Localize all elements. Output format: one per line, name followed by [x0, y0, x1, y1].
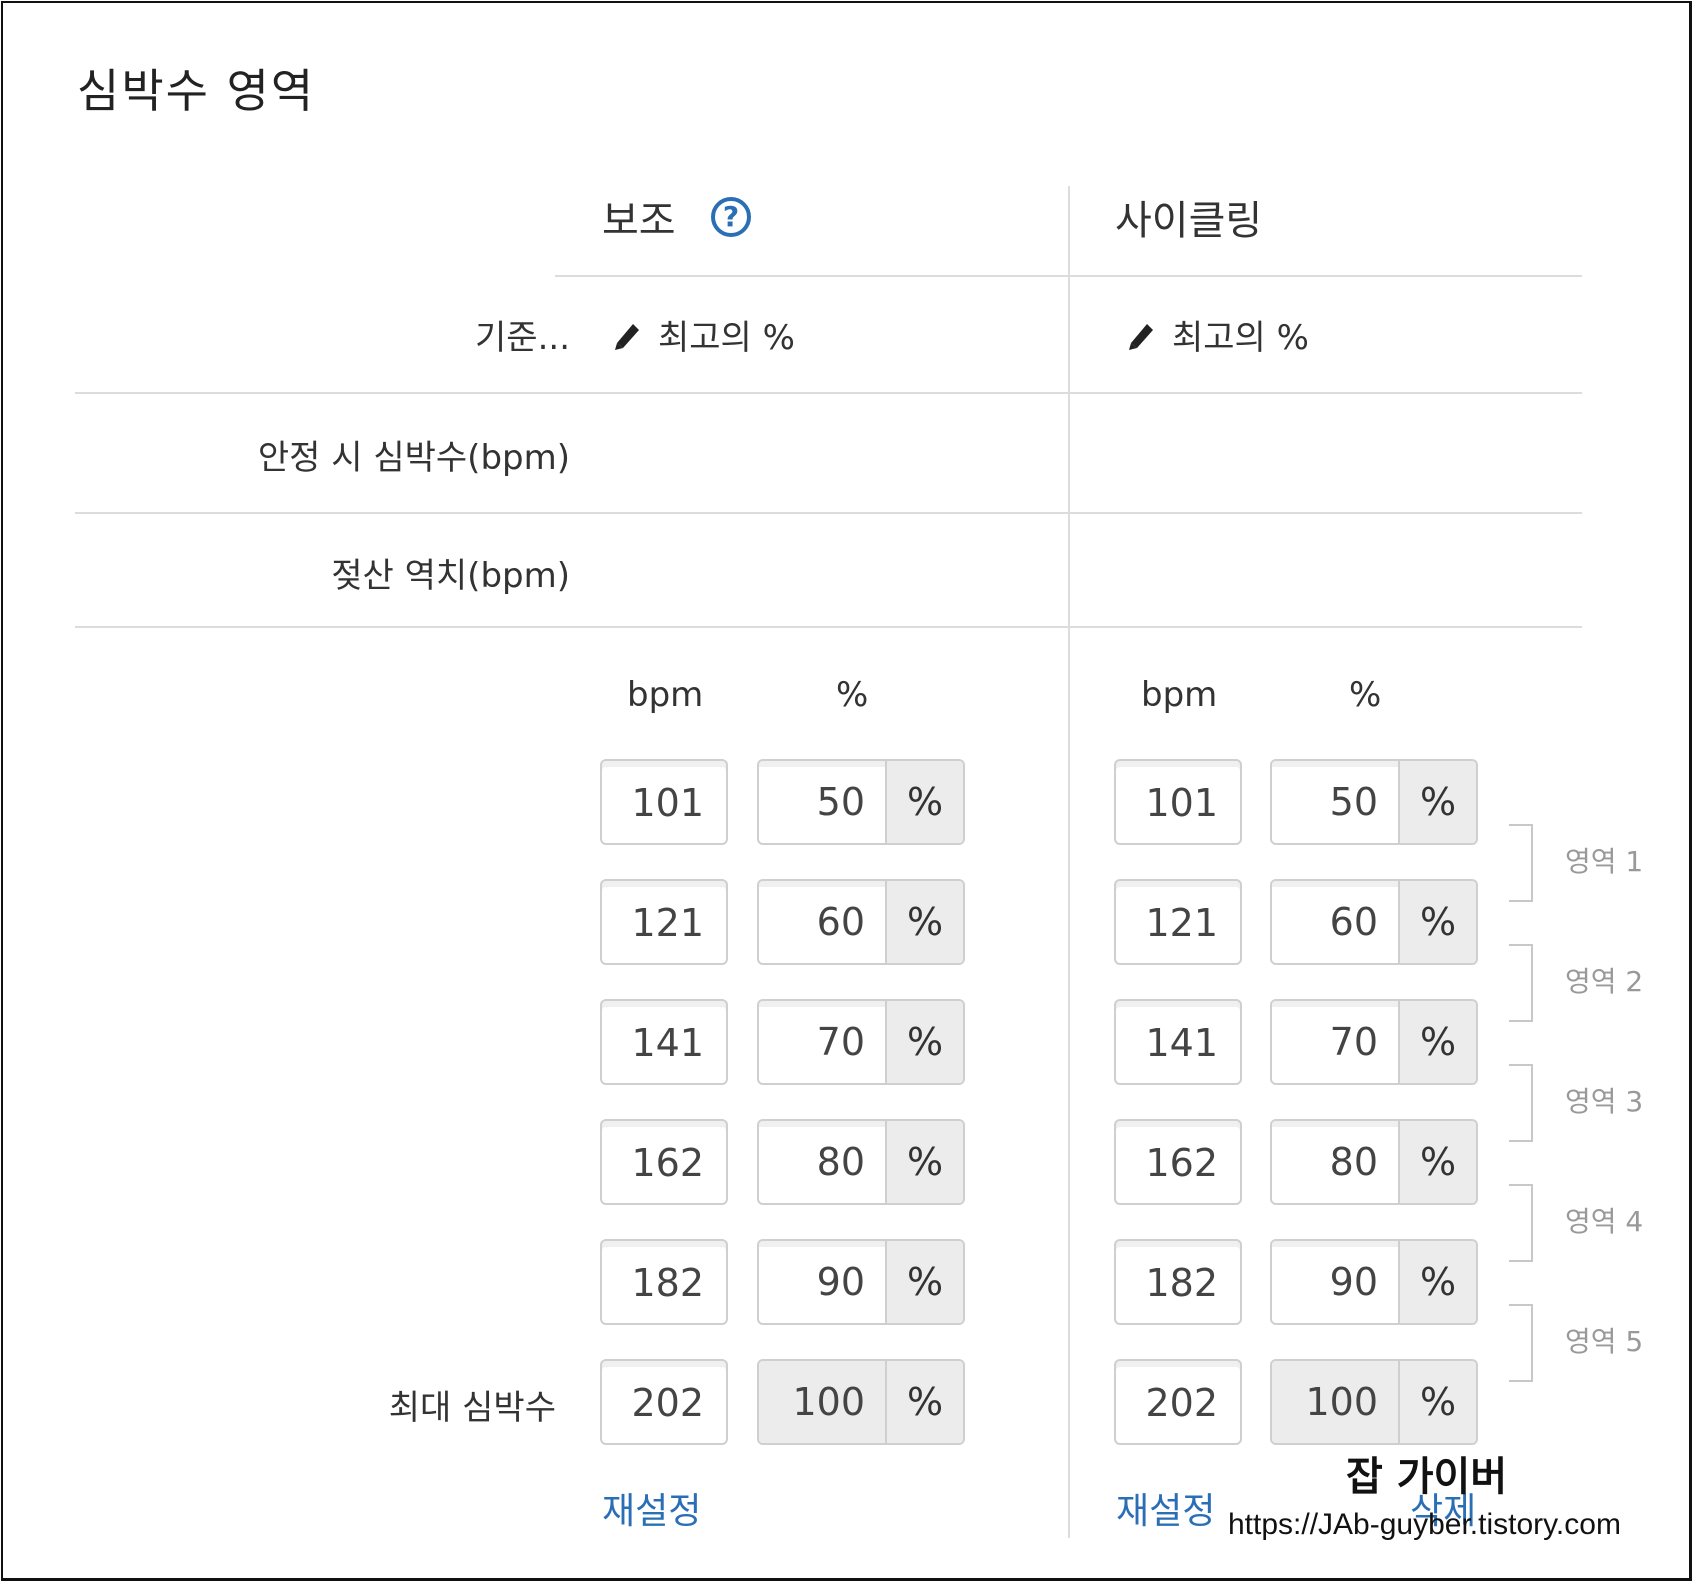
column-divider	[1068, 186, 1070, 1538]
pct-input-group: 90%	[1270, 1239, 1478, 1325]
basis-edit-cycling[interactable]: 최고의 %	[1126, 310, 1309, 359]
column-header-cycling: 사이클링	[1115, 198, 1263, 244]
pct-input-group: 50%	[757, 759, 965, 845]
row-divider	[75, 392, 1582, 394]
pct-input-group: 60%	[1270, 879, 1478, 965]
pct-unit: %	[1398, 1241, 1476, 1323]
pct-input[interactable]: 70	[1272, 1001, 1398, 1083]
pct-input-group: 90%	[757, 1239, 965, 1325]
pct-input-group: 100%	[757, 1359, 965, 1445]
pct-input-group: 60%	[757, 879, 965, 965]
bpm-input[interactable]: 182	[1114, 1239, 1242, 1325]
pct-input[interactable]: 50	[1272, 761, 1398, 843]
bpm-input[interactable]: 141	[600, 999, 728, 1085]
bpm-input[interactable]: 141	[1114, 999, 1242, 1085]
zone-bracket	[1509, 1304, 1533, 1382]
reset-link-auxiliary[interactable]: 재설정	[602, 1482, 701, 1534]
pencil-icon	[615, 323, 639, 350]
pct-input[interactable]: 80	[1272, 1121, 1398, 1203]
reset-link-cycling[interactable]: 재설정	[1116, 1482, 1215, 1534]
pct-input[interactable]: 70	[759, 1001, 885, 1083]
pct-readonly: 100	[1272, 1361, 1398, 1443]
pct-unit: %	[885, 1361, 963, 1443]
pct-unit: %	[1398, 1121, 1476, 1203]
watermark-url: https://JAb-guyber.tistory.com	[1228, 1508, 1621, 1541]
max-hr-input[interactable]: 202	[600, 1359, 728, 1445]
pct-input-group: 70%	[1270, 999, 1478, 1085]
zone-label: 영역 4	[1565, 1205, 1644, 1238]
page-title: 심박수 영역	[77, 64, 316, 118]
bpm-input[interactable]: 121	[600, 879, 728, 965]
max-hr-label: 최대 심박수	[388, 1388, 556, 1428]
pct-input-group: 80%	[1270, 1119, 1478, 1205]
bpm-input[interactable]: 101	[1114, 759, 1242, 845]
zone-label: 영역 1	[1565, 845, 1644, 878]
bpm-input[interactable]: 182	[600, 1239, 728, 1325]
row-divider	[75, 512, 1582, 514]
bpm-input[interactable]: 162	[600, 1119, 728, 1205]
pct-input[interactable]: 50	[759, 761, 885, 843]
basis-value: 최고의 %	[1172, 318, 1309, 358]
bpm-header: bpm	[1141, 675, 1218, 715]
bpm-input[interactable]: 162	[1114, 1119, 1242, 1205]
row-divider	[75, 626, 1582, 628]
pct-input[interactable]: 90	[1272, 1241, 1398, 1323]
max-hr-input[interactable]: 202	[1114, 1359, 1242, 1445]
zone-label: 영역 3	[1565, 1085, 1644, 1118]
pct-unit: %	[885, 1001, 963, 1083]
pct-header: %	[836, 675, 869, 715]
pct-unit: %	[885, 1241, 963, 1323]
pct-unit: %	[1398, 881, 1476, 963]
pct-unit: %	[1398, 1361, 1476, 1443]
zone-label: 영역 5	[1565, 1325, 1644, 1358]
zone-bracket	[1509, 824, 1533, 902]
pct-input-group: 100%	[1270, 1359, 1478, 1445]
resting-hr-label: 안정 시 심박수(bpm)	[257, 438, 570, 478]
pct-input[interactable]: 80	[759, 1121, 885, 1203]
pct-header: %	[1349, 675, 1382, 715]
zone-bracket	[1509, 944, 1533, 1022]
column-header-auxiliary: 보조	[602, 198, 676, 244]
basis-edit-auxiliary[interactable]: 최고의 %	[612, 310, 795, 359]
zone-label: 영역 2	[1565, 965, 1644, 998]
basis-value: 최고의 %	[658, 318, 795, 358]
pencil-icon	[1129, 323, 1153, 350]
bpm-input[interactable]: 101	[600, 759, 728, 845]
bpm-input[interactable]: 121	[1114, 879, 1242, 965]
watermark-title: 잡 가이버	[1346, 1454, 1508, 1500]
pct-readonly: 100	[759, 1361, 885, 1443]
help-icon[interactable]: ?	[711, 197, 751, 237]
zone-bracket	[1509, 1184, 1533, 1262]
pct-unit: %	[885, 1121, 963, 1203]
pct-unit: %	[1398, 761, 1476, 843]
bpm-header: bpm	[627, 675, 704, 715]
pct-input[interactable]: 90	[759, 1241, 885, 1323]
zone-bracket	[1509, 1064, 1533, 1142]
pct-unit: %	[885, 881, 963, 963]
pct-input[interactable]: 60	[759, 881, 885, 963]
pct-unit: %	[885, 761, 963, 843]
pct-input[interactable]: 60	[1272, 881, 1398, 963]
pct-unit: %	[1398, 1001, 1476, 1083]
pct-input-group: 70%	[757, 999, 965, 1085]
pct-input-group: 50%	[1270, 759, 1478, 845]
basis-label: 기준...	[475, 318, 570, 358]
lactate-threshold-label: 젖산 역치(bpm)	[331, 556, 570, 596]
pct-input-group: 80%	[757, 1119, 965, 1205]
header-divider	[555, 275, 1582, 277]
